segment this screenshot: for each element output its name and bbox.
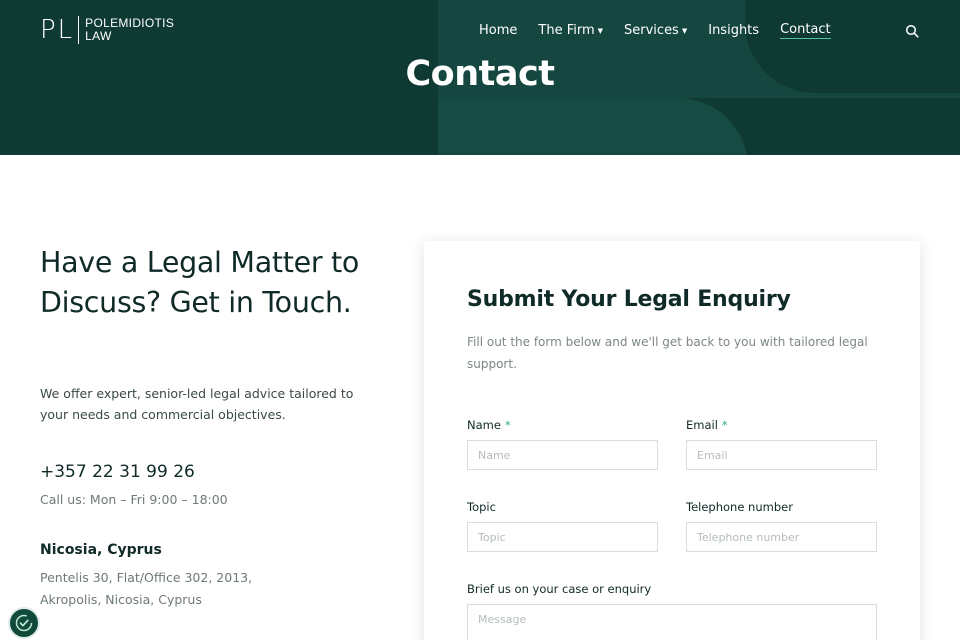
cookie-settings-button[interactable] (8, 607, 40, 639)
main-nav: Home The Firm ▼ Services ▼ Insights Contac… (479, 22, 852, 39)
form-title: Submit Your Legal Enquiry (467, 287, 791, 312)
logo-divider (78, 16, 80, 44)
cookie-settings-icon (15, 614, 33, 632)
office-location-title: Nicosia, Cyprus (40, 542, 162, 558)
name-label: Name * (467, 418, 511, 432)
email-label: Email * (686, 418, 728, 432)
office-address: Pentelis 30, Flat/Office 302, 2013, Akro… (40, 570, 253, 607)
nav-item-label: Insights (708, 23, 760, 38)
logo-line-2: LAW (85, 29, 112, 43)
hero-banner: PL POLEMIDIOTIS LAW Home The Firm ▼ Servi… (0, 0, 960, 155)
caret-down-icon: ▼ (681, 26, 688, 35)
message-label: Brief us on your case or enquiry (467, 582, 652, 596)
nav-item-contact[interactable]: Contact (780, 22, 831, 39)
form-subtitle: Fill out the form below and we'll get ba… (467, 335, 868, 371)
required-mark: * (504, 418, 511, 432)
nav-item-label: Home (479, 23, 518, 38)
name-label-text: Name (467, 418, 501, 432)
logo-text: POLEMIDIOTIS LAW (85, 17, 174, 43)
search-icon[interactable] (905, 24, 919, 38)
name-field[interactable] (467, 440, 658, 470)
enquiry-form-card: Submit Your Legal Enquiry Fill out the f… (424, 241, 920, 640)
logo-line-1: POLEMIDIOTIS (85, 16, 175, 30)
email-field[interactable] (686, 440, 877, 470)
nav-item-services[interactable]: Services ▼ (624, 23, 687, 38)
topic-label: Topic (467, 500, 496, 514)
topic-field[interactable] (467, 522, 658, 552)
logo-mark: PL (40, 15, 75, 45)
nav-item-label: Services (624, 23, 679, 38)
hero-decor-shape (438, 98, 748, 155)
site-logo[interactable]: PL POLEMIDIOTIS LAW (40, 16, 174, 44)
telephone-field[interactable] (686, 522, 877, 552)
required-mark: * (721, 418, 728, 432)
caret-down-icon: ▼ (597, 26, 604, 35)
message-field[interactable] (467, 604, 877, 640)
contact-intro: We offer expert, senior-led legal advice… (40, 386, 354, 422)
contact-heading: Have a Legal Matter to Discuss? Get in T… (40, 246, 360, 319)
page-title: Contact (405, 54, 555, 94)
nav-item-label: Contact (780, 22, 831, 37)
nav-item-home[interactable]: Home (479, 23, 517, 38)
nav-item-label: The Firm (538, 23, 595, 38)
phone-link[interactable]: +357 22 31 99 26 (40, 462, 195, 482)
telephone-label: Telephone number (686, 500, 793, 514)
nav-item-insights[interactable]: Insights (708, 23, 759, 38)
email-label-text: Email (686, 418, 718, 432)
office-hours: Call us: Mon – Fri 9:00 – 18:00 (40, 492, 228, 507)
nav-item-the-firm[interactable]: The Firm ▼ (538, 23, 603, 38)
